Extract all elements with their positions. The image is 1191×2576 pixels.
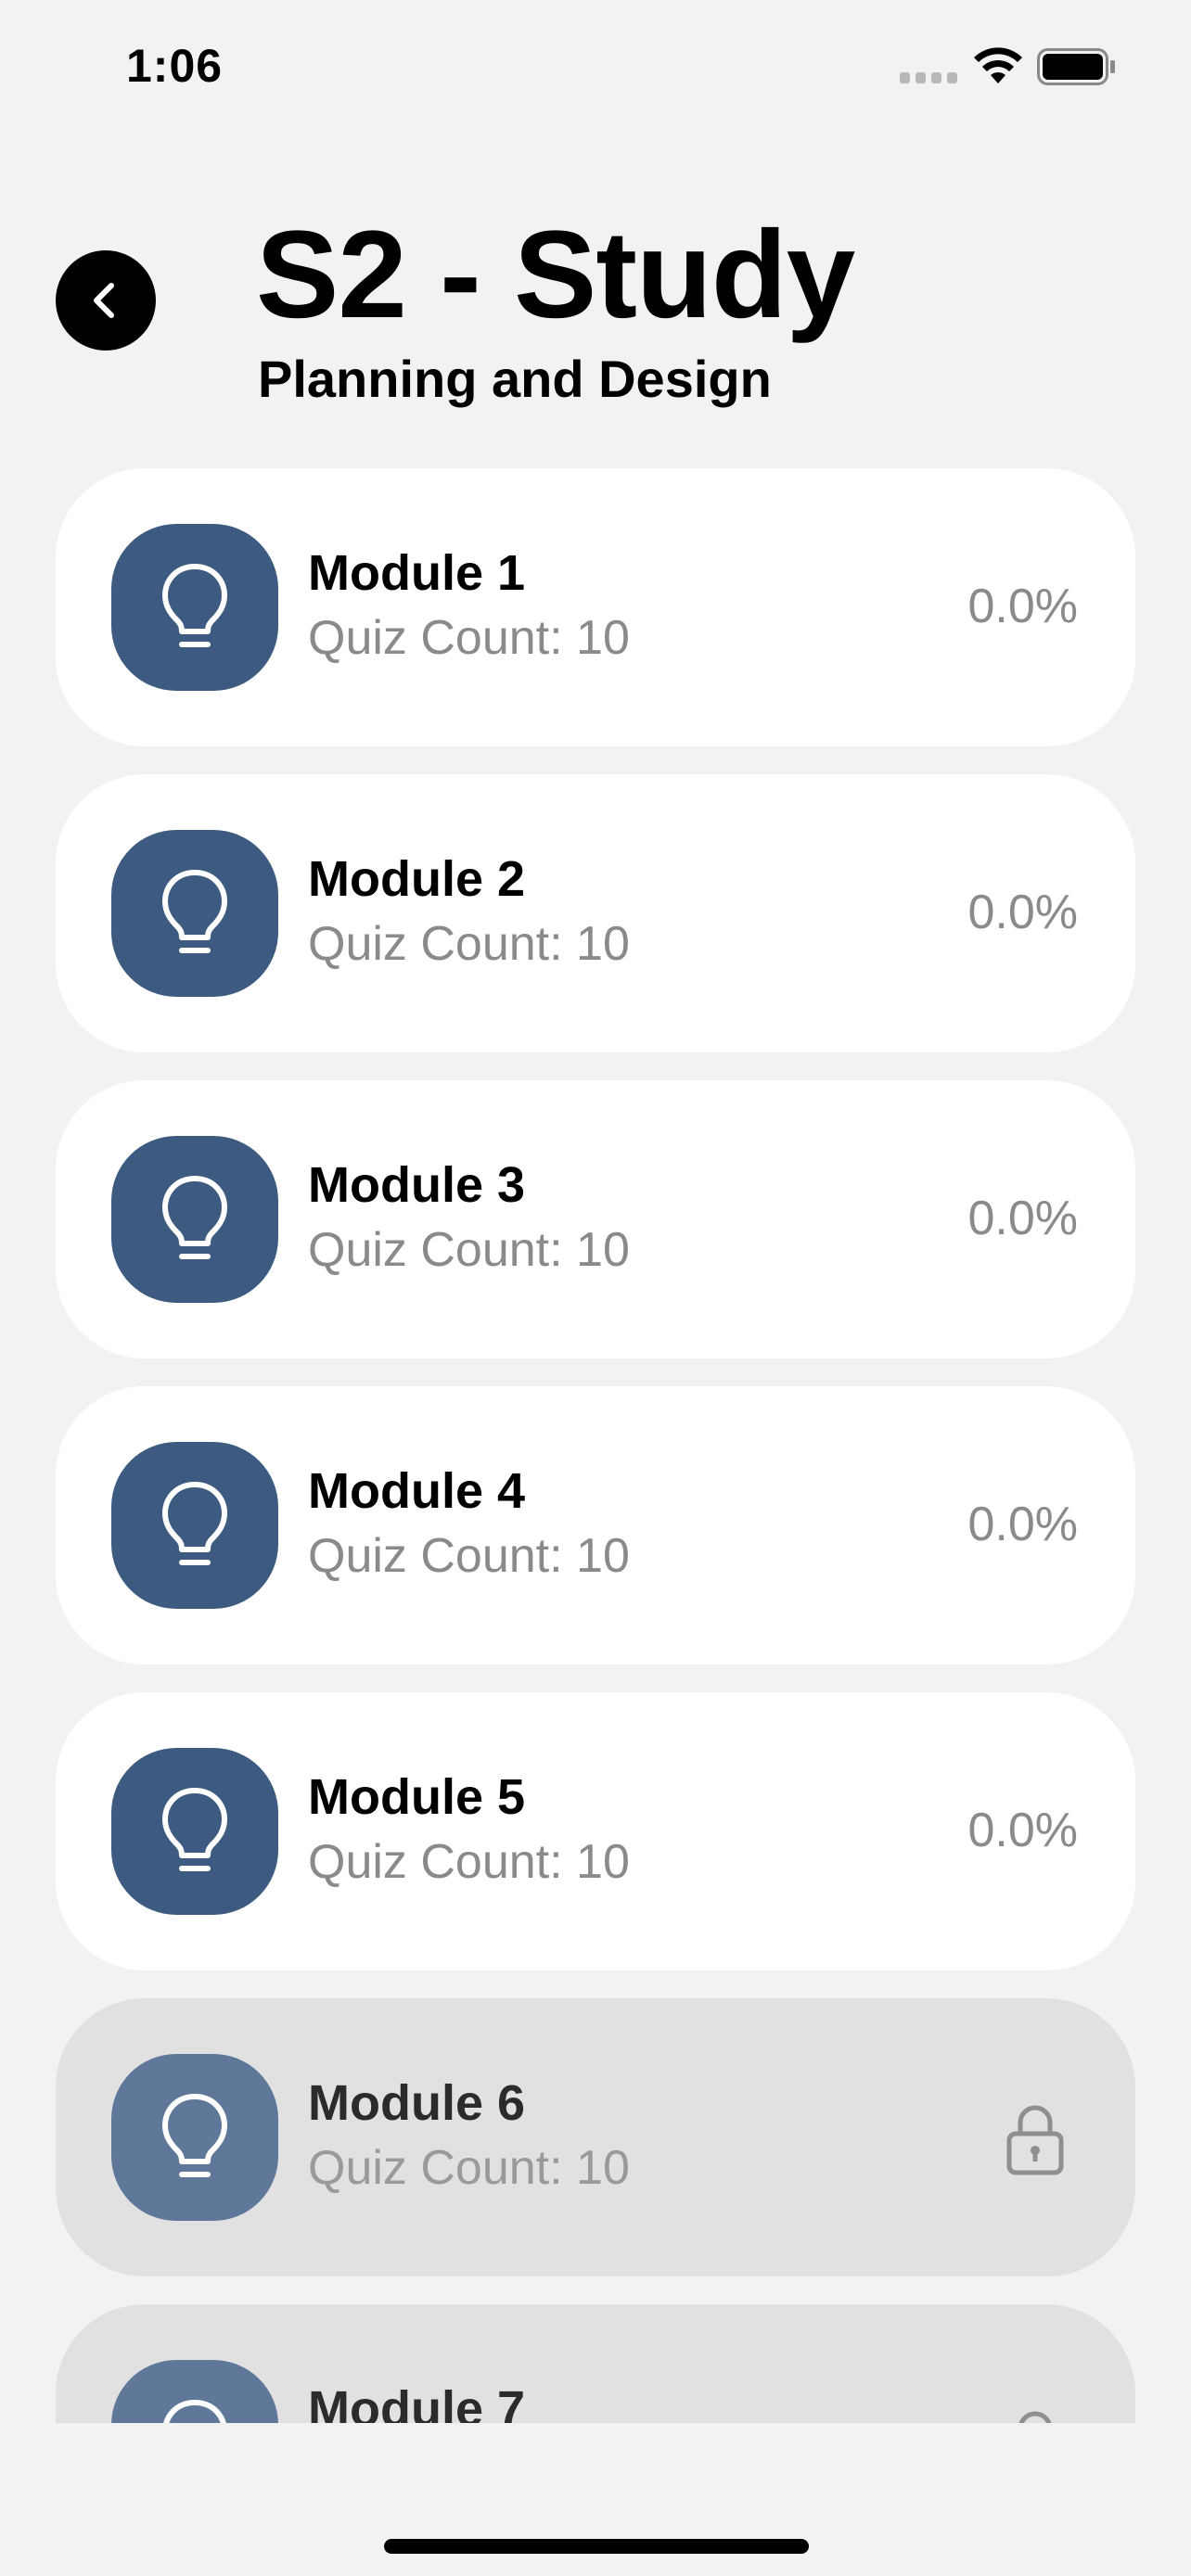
- module-name: Module 3: [308, 1157, 526, 1213]
- lightbulb-icon: [162, 1788, 227, 1871]
- signal-dots-icon: [900, 72, 957, 83]
- module-card-6[interactable]: Module 6 Quiz Count: 10: [56, 1998, 1135, 2276]
- lightbulb-icon: [163, 2400, 226, 2423]
- module-card-3[interactable]: Module 3 Quiz Count: 10 0.0%: [56, 1080, 1135, 1358]
- module-icon-tile: [111, 830, 278, 997]
- module-progress: 0.0%: [967, 1804, 1078, 1857]
- lightbulb-icon: [162, 870, 227, 953]
- module-icon-tile: [111, 1136, 278, 1303]
- module-list[interactable]: Module 1 Quiz Count: 10 0.0% Module 2 Qu…: [56, 468, 1135, 2423]
- module-quiz-count: Quiz Count: 10: [308, 611, 630, 665]
- module-progress: 0.0%: [967, 886, 1078, 939]
- module-quiz-count: Quiz Count: 10: [308, 1223, 630, 1277]
- module-quiz-count: Quiz Count: 10: [308, 917, 630, 971]
- module-quiz-count: Quiz Count: 10: [308, 1835, 630, 1889]
- module-icon-tile: [111, 524, 278, 691]
- study-screen: 1:06 S2 - Study Planning and Design Modu…: [0, 0, 1191, 2576]
- module-quiz-count: Quiz Count: 10: [308, 2141, 630, 2195]
- page-title: S2 - Study: [256, 206, 855, 344]
- module-progress: 0.0%: [967, 580, 1078, 633]
- module-name: Module 4: [308, 1463, 526, 1519]
- module-card-4[interactable]: Module 4 Quiz Count: 10 0.0%: [56, 1386, 1135, 1664]
- chevron-left-icon: [94, 283, 114, 318]
- module-name: Module 1: [308, 545, 526, 601]
- lock-icon: [1006, 2105, 1064, 2175]
- module-card-7[interactable]: Module 7 Quiz Count: 10: [56, 2304, 1135, 2423]
- lightbulb-icon: [162, 2094, 227, 2177]
- module-progress: 0.0%: [967, 1192, 1078, 1245]
- page-subtitle: Planning and Design: [258, 350, 772, 408]
- module-name: Module 5: [308, 1769, 526, 1825]
- module-card-2[interactable]: Module 2 Quiz Count: 10 0.0%: [56, 774, 1135, 1052]
- home-indicator[interactable]: [384, 2539, 809, 2554]
- module-name: Module 7: [308, 2381, 526, 2423]
- module-quiz-count: Quiz Count: 10: [308, 1529, 630, 1583]
- status-time: 1:06: [126, 40, 224, 92]
- lock-icon: [1018, 2411, 1052, 2423]
- lightbulb-icon: [162, 1482, 227, 1565]
- battery-icon: [1037, 48, 1115, 85]
- module-name: Module 2: [308, 851, 526, 907]
- module-card-1[interactable]: Module 1 Quiz Count: 10 0.0%: [56, 468, 1135, 746]
- lightbulb-icon: [162, 564, 227, 647]
- module-icon-tile: [111, 2054, 278, 2221]
- module-card-5[interactable]: Module 5 Quiz Count: 10 0.0%: [56, 1692, 1135, 1970]
- wifi-icon: [974, 47, 1022, 83]
- status-bar: 1:06: [0, 0, 1191, 130]
- lightbulb-icon: [162, 1176, 227, 1259]
- back-button[interactable]: [56, 250, 156, 351]
- module-icon-tile: [111, 2360, 278, 2423]
- module-progress: 0.0%: [967, 1498, 1078, 1551]
- module-name: Module 6: [308, 2075, 526, 2131]
- module-icon-tile: [111, 1748, 278, 1915]
- module-icon-tile: [111, 1442, 278, 1609]
